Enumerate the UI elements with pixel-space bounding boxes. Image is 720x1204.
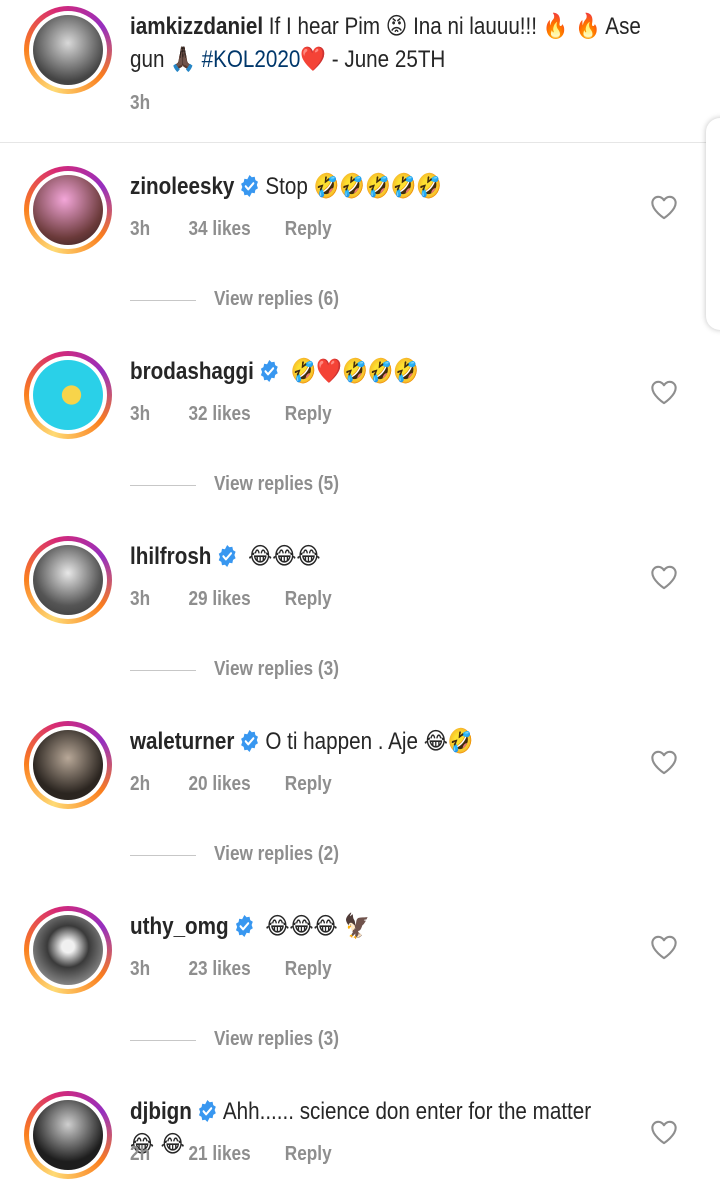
like-heart-icon[interactable] [650, 749, 678, 775]
avatar[interactable] [24, 906, 112, 994]
comment-emoji: 🤣🤣🤣🤣🤣 [313, 172, 443, 200]
caption-text: iamkizzdaniel If I hear Pim 😡 Ina ni lau… [130, 10, 646, 76]
caption-text-d: - June 25TH [331, 46, 446, 73]
caption-emoji-a: 😡 [385, 12, 408, 40]
caption-hashtag[interactable]: #KOL2020 [202, 46, 301, 73]
avatar[interactable] [24, 351, 112, 439]
caption-emoji-d: ❤️ [300, 45, 327, 73]
comment-emoji: 😂😂😂 [248, 542, 321, 570]
view-replies-label[interactable]: View replies (6) [214, 288, 339, 311]
comment-body: O ti happen . Aje [265, 728, 418, 755]
comment-username[interactable]: lhilfrosh [130, 543, 211, 570]
like-heart-icon[interactable] [650, 934, 678, 960]
like-heart-icon[interactable] [650, 194, 678, 220]
view-replies-label[interactable]: View replies (3) [214, 658, 339, 681]
view-replies-label[interactable]: View replies (3) [214, 1028, 339, 1051]
caption-time: 3h [130, 92, 151, 114]
view-replies-label[interactable]: View replies (5) [214, 473, 339, 496]
comment-text: lhilfrosh 😂😂😂 [130, 540, 612, 573]
comment-likes[interactable]: 29 likes [188, 588, 250, 611]
avatar[interactable] [24, 166, 112, 254]
comment-time: 2h [130, 773, 151, 795]
comment-text: zinoleesky Stop 🤣🤣🤣🤣🤣 [130, 170, 612, 203]
comment-text: waleturner O ti happen . Aje 😂🤣 [130, 725, 612, 758]
avatar[interactable] [24, 6, 112, 94]
verified-icon [241, 175, 259, 197]
post-caption: iamkizzdaniel If I hear Pim 😡 Ina ni lau… [0, 0, 720, 143]
comment-time: 3h [130, 403, 151, 425]
comment-time: 3h [130, 588, 151, 610]
caption-text-b: Ina ni lauuu!!! [413, 13, 538, 40]
verified-icon [235, 915, 253, 937]
reply-button[interactable]: Reply [285, 403, 332, 426]
reply-button[interactable]: Reply [285, 588, 332, 611]
comment-body: Stop [265, 173, 308, 200]
comment-emoji: 😂🤣 [423, 727, 474, 755]
replies-divider [130, 485, 196, 486]
avatar[interactable] [24, 721, 112, 809]
caption-text-a: If I hear Pim [268, 13, 381, 40]
comment-likes[interactable]: 34 likes [188, 218, 250, 241]
comment-username[interactable]: zinoleesky [130, 173, 234, 200]
comment-likes[interactable]: 21 likes [188, 1143, 250, 1166]
comment-time: 3h [130, 218, 151, 240]
comment-likes[interactable]: 20 likes [188, 773, 250, 796]
comment-username[interactable]: uthy_omg [130, 913, 229, 940]
verified-icon [218, 545, 236, 567]
reply-button[interactable]: Reply [285, 218, 332, 241]
like-heart-icon[interactable] [650, 1119, 678, 1145]
replies-divider [130, 855, 196, 856]
avatar[interactable] [24, 536, 112, 624]
comment-username[interactable]: brodashaggi [130, 358, 254, 385]
like-heart-icon[interactable] [650, 379, 678, 405]
verified-icon [241, 730, 259, 752]
view-replies-label[interactable]: View replies (2) [214, 843, 339, 866]
caption-username[interactable]: iamkizzdaniel [130, 13, 263, 40]
comment-body: Ahh...... science don enter for the matt… [222, 1098, 592, 1125]
comment-time: 3h [130, 958, 151, 980]
replies-divider [130, 1040, 196, 1041]
comment-time: 2h [130, 1143, 151, 1165]
scrollbar[interactable] [706, 118, 720, 330]
comment-text: uthy_omg 😂😂😂 🦅 [130, 910, 612, 943]
comment-text: brodashaggi 🤣❤️🤣🤣🤣 [130, 355, 612, 388]
replies-divider [130, 300, 196, 301]
comment-likes[interactable]: 23 likes [188, 958, 250, 981]
caption-emoji-c: 🙏🏿 [170, 45, 196, 73]
reply-button[interactable]: Reply [285, 1143, 332, 1166]
reply-button[interactable]: Reply [285, 773, 332, 796]
avatar[interactable] [24, 1091, 112, 1179]
comment-emoji: 🤣❤️🤣🤣🤣 [290, 357, 420, 385]
verified-icon [198, 1100, 216, 1122]
like-heart-icon[interactable] [650, 564, 678, 590]
replies-divider [130, 670, 196, 671]
caption-emoji-b: 🔥 🔥 [542, 12, 601, 40]
comment-username[interactable]: djbign [130, 1098, 192, 1125]
verified-icon [260, 360, 278, 382]
comment-likes[interactable]: 32 likes [188, 403, 250, 426]
comment-username[interactable]: waleturner [130, 728, 234, 755]
reply-button[interactable]: Reply [285, 958, 332, 981]
comment-emoji: 😂😂😂 🦅 [265, 912, 370, 940]
